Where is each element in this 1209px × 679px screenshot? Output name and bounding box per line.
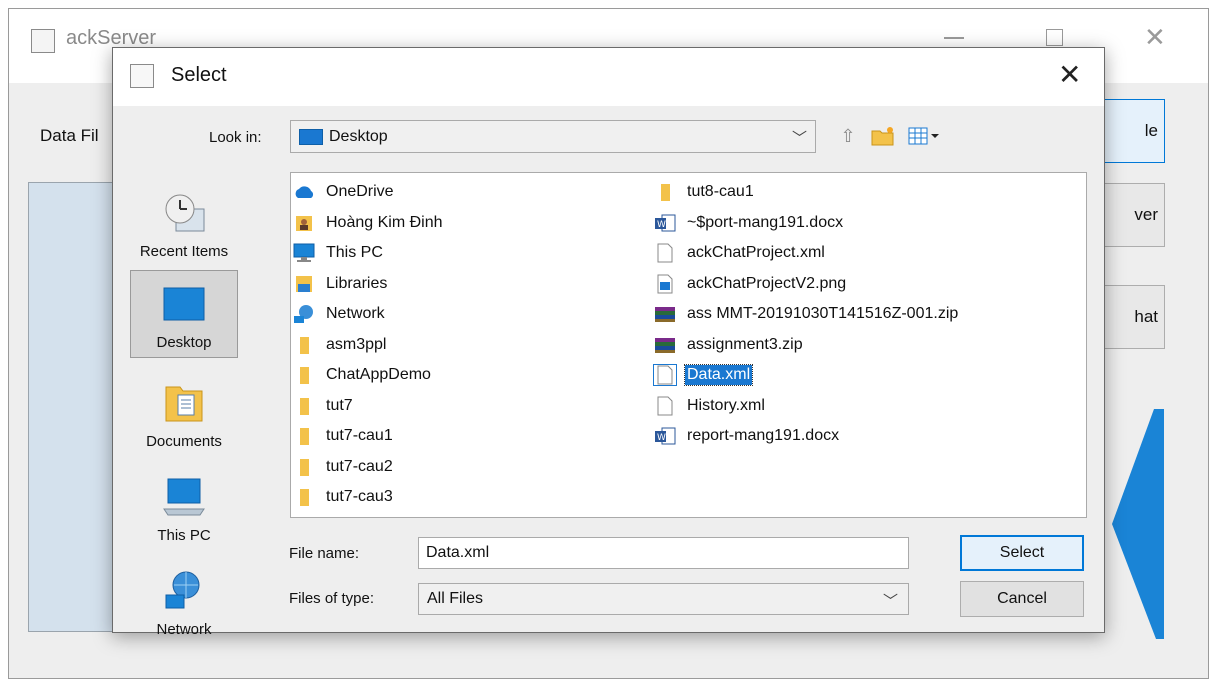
minimize-icon[interactable] xyxy=(944,37,964,39)
place-documents[interactable]: Documents xyxy=(130,368,238,456)
maximize-icon[interactable] xyxy=(1046,29,1063,46)
look-in-dropdown[interactable]: Desktop ﹀ xyxy=(290,120,816,153)
folder-icon xyxy=(293,365,315,385)
user-folder-icon xyxy=(293,213,315,233)
svg-text:W: W xyxy=(657,433,666,443)
list-item[interactable]: tut7-cau3 xyxy=(293,482,445,513)
file-icon xyxy=(654,243,676,263)
chevron-down-icon: ﹀ xyxy=(882,593,898,610)
zip-icon xyxy=(654,335,676,355)
list-item-selected[interactable]: Data.xml xyxy=(653,360,960,391)
list-item[interactable]: tut8-cau1 xyxy=(654,177,960,208)
list-item[interactable]: History.xml xyxy=(654,391,960,422)
folder-icon xyxy=(293,426,315,446)
select-dialog: Select ✕ Look in: Desktop ﹀ ⇧ Recent Ite… xyxy=(112,47,1105,638)
place-label: Recent Items xyxy=(139,243,229,260)
library-icon xyxy=(293,274,315,294)
up-folder-icon[interactable]: ⇧ xyxy=(836,124,860,148)
place-this-pc[interactable]: This PC xyxy=(130,462,238,550)
list-item[interactable]: This PC xyxy=(293,238,445,269)
folder-icon xyxy=(293,457,315,477)
computer-icon xyxy=(162,475,206,519)
chevron-down-icon: ﹀ xyxy=(791,129,807,147)
place-recent-items[interactable]: Recent Items xyxy=(130,178,238,266)
view-menu-icon[interactable] xyxy=(907,124,945,148)
desktop-icon xyxy=(162,282,206,326)
new-folder-icon[interactable] xyxy=(871,124,895,148)
word-doc-icon: W xyxy=(654,426,676,446)
data-file-label: Data Fil xyxy=(40,126,99,145)
file-type-dropdown[interactable]: All Files ﹀ xyxy=(418,583,909,615)
list-item[interactable]: Libraries xyxy=(293,269,445,300)
documents-folder-icon xyxy=(162,381,206,425)
folder-icon xyxy=(293,396,315,416)
desktop-folder-icon xyxy=(299,128,323,145)
close-icon[interactable]: ✕ xyxy=(1144,23,1166,53)
zip-icon xyxy=(654,304,676,324)
place-label: This PC xyxy=(157,527,211,544)
list-item[interactable]: W report-mang191.docx xyxy=(654,421,960,452)
place-desktop[interactable]: Desktop xyxy=(130,270,238,358)
file-list-column: tut8-cau1 W ~$port-mang191.docx ackChatP… xyxy=(653,177,960,452)
image-file-icon xyxy=(654,274,676,294)
dialog-title-bar: Select ✕ xyxy=(113,48,1104,106)
list-item[interactable]: ChatAppDemo xyxy=(293,360,445,391)
cancel-button[interactable]: Cancel xyxy=(960,581,1084,617)
select-button[interactable]: Select xyxy=(960,535,1084,571)
places-bar: Recent Items Desktop Documents This PC N… xyxy=(130,172,240,642)
file-type-label: Files of type: xyxy=(289,590,375,607)
word-doc-icon: W xyxy=(654,213,676,233)
folder-icon xyxy=(654,182,676,202)
list-item[interactable]: OneDrive xyxy=(293,177,445,208)
list-item[interactable]: assignment3.zip xyxy=(654,330,960,361)
list-item[interactable]: asm3ppl xyxy=(293,330,445,361)
list-item[interactable]: tut7-cau2 xyxy=(293,452,445,483)
file-icon xyxy=(654,396,676,416)
file-type-value: All Files xyxy=(427,590,484,607)
list-item[interactable]: tut7 xyxy=(293,391,445,422)
place-network[interactable]: Network xyxy=(130,556,238,642)
list-item[interactable]: ass MMT-20191030T141516Z-001.zip xyxy=(654,299,960,330)
list-item[interactable]: ackChatProject.xml xyxy=(654,238,960,269)
file-icon xyxy=(653,364,677,387)
place-label: Documents xyxy=(146,433,222,450)
place-label: Network xyxy=(156,621,212,638)
dialog-title: Select xyxy=(171,64,227,86)
onedrive-icon xyxy=(293,182,315,202)
list-item[interactable]: W ~$port-mang191.docx xyxy=(654,208,960,239)
computer-icon xyxy=(293,243,315,263)
place-label: Desktop xyxy=(156,334,212,351)
file-list-column: OneDrive Hoàng Kim Đinh This PC Librarie… xyxy=(293,177,445,513)
folder-icon xyxy=(293,487,315,507)
java-app-icon xyxy=(31,29,55,53)
dialog-close-icon[interactable]: ✕ xyxy=(1058,58,1081,91)
look-in-label: Look in: xyxy=(209,129,262,146)
network-globe-icon xyxy=(162,569,206,613)
folder-icon xyxy=(293,335,315,355)
java-app-icon xyxy=(130,64,154,88)
svg-text:W: W xyxy=(657,220,666,230)
clock-icon xyxy=(162,191,206,235)
list-item[interactable]: Hoàng Kim Đinh xyxy=(293,208,445,239)
file-name-label: File name: xyxy=(289,545,360,562)
look-in-value: Desktop xyxy=(329,127,388,145)
list-item[interactable]: Network xyxy=(293,299,445,330)
list-item[interactable]: ackChatProjectV2.png xyxy=(654,269,960,300)
file-name-input[interactable] xyxy=(418,537,909,569)
network-icon xyxy=(293,304,315,324)
file-list[interactable]: OneDrive Hoàng Kim Đinh This PC Librarie… xyxy=(290,172,1087,518)
list-item[interactable]: tut7-cau1 xyxy=(293,421,445,452)
